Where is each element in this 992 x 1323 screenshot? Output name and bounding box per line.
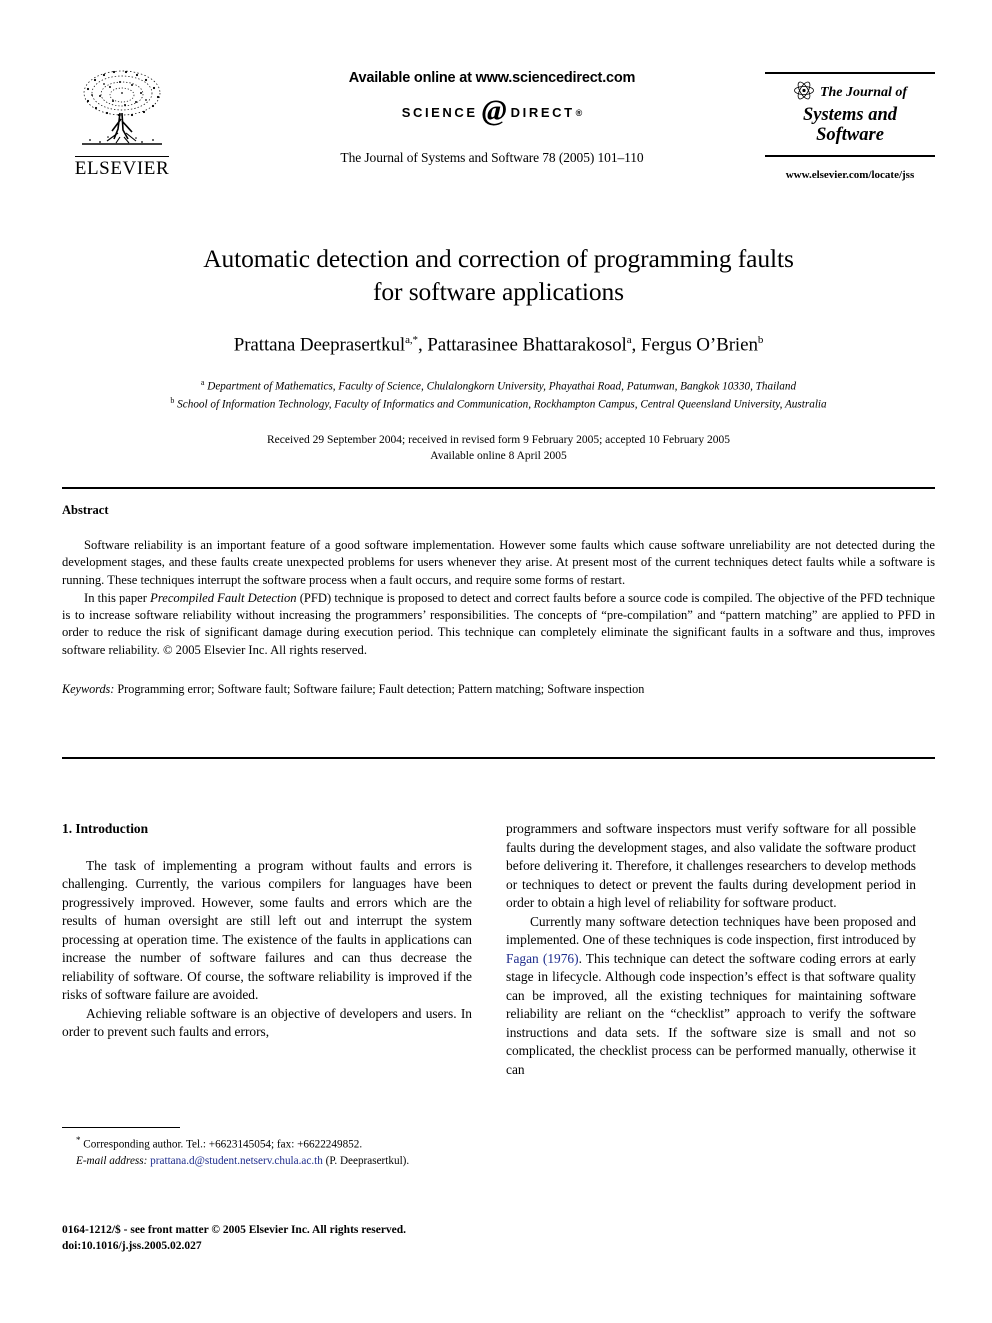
journal-article-first-page: ELSEVIER Available online at www.science… xyxy=(0,0,992,1323)
footnote-star-marker: * xyxy=(76,1135,81,1146)
available-online-date: Available online 8 April 2005 xyxy=(430,450,567,463)
body-p-post: . This technique can detect the software… xyxy=(506,950,916,1077)
abstract-paragraph: Software reliability is an important fea… xyxy=(62,538,935,587)
affiliation-item: b School of Information Technology, Facu… xyxy=(62,395,935,414)
email-address-owner: (P. Deeprasertkul). xyxy=(325,1154,410,1167)
body-p-pre: Currently many software detection techni… xyxy=(506,913,916,948)
masthead: ELSEVIER Available online at www.science… xyxy=(62,58,935,208)
paper-title-line1: Automatic detection and correction of pr… xyxy=(203,244,794,273)
author-marks: a,* xyxy=(405,334,418,347)
keywords-label: Keywords: xyxy=(62,681,115,696)
abstract-section: Abstract Software reliability is an impo… xyxy=(62,503,935,697)
registered-trademark-icon: ® xyxy=(575,107,583,118)
body-column-left: 1. Introduction The task of implementing… xyxy=(62,820,472,1042)
journal-box-line3: Software xyxy=(816,125,884,146)
sciencedirect-word-direct: DIRECT xyxy=(510,105,575,121)
affiliation-list: a Department of Mathematics, Faculty of … xyxy=(62,377,935,414)
keywords-line: Keywords: Programming error; Software fa… xyxy=(62,681,935,697)
journal-homepage-url[interactable]: www.elsevier.com/locate/jss xyxy=(765,169,935,181)
journal-box-line1: The Journal of xyxy=(819,84,908,100)
corresponding-author-text: Corresponding author. Tel.: +6623145054;… xyxy=(83,1139,363,1152)
author-name: Pattarasinee Bhattarakosol xyxy=(427,334,627,356)
issn-copyright-line: 0164-1212/$ - see front matter © 2005 El… xyxy=(62,1224,407,1236)
author-marks: a xyxy=(626,334,632,347)
divider-above-abstract xyxy=(62,487,935,490)
affiliation-mark: b xyxy=(170,396,175,406)
received-dates: Received 29 September 2004; received in … xyxy=(266,433,731,446)
sciencedirect-block: Available online at www.sciencedirect.co… xyxy=(242,70,742,166)
email-address-link[interactable]: prattana.d@student.netserv.chula.ac.th xyxy=(150,1155,323,1167)
corresponding-author-line: * Corresponding author. Tel.: +662314505… xyxy=(62,1134,472,1154)
abstract-paragraph: In this paper Precompiled Fault Detectio… xyxy=(62,590,935,659)
affiliation-item: a Department of Mathematics, Faculty of … xyxy=(62,377,935,396)
available-online-text: Available online at www.sciencedirect.co… xyxy=(348,70,636,86)
sciencedirect-word-science: SCIENCE xyxy=(401,105,478,121)
journal-box-line2: Systems and xyxy=(802,104,898,125)
author-marks: b xyxy=(757,334,764,347)
affiliation-mark: a xyxy=(200,377,205,387)
body-paragraph: The task of implementing a program witho… xyxy=(62,857,472,1003)
abstract-p2-emphasis: Precompiled Fault Detection xyxy=(150,590,297,605)
author-name: Prattana Deeprasertkul xyxy=(233,334,406,356)
body-paragraph: Currently many software detection techni… xyxy=(506,913,916,1080)
email-address-label: E-mail address: xyxy=(76,1154,148,1167)
elsevier-tree-icon xyxy=(62,63,182,155)
colophon: 0164-1212/$ - see front matter © 2005 El… xyxy=(62,1222,472,1255)
elsevier-logo: ELSEVIER xyxy=(62,63,182,180)
email-address-line: E-mail address: prattana.d@student.netse… xyxy=(62,1154,472,1170)
title-block: Automatic detection and correction of pr… xyxy=(62,243,935,465)
sciencedirect-logo: SCIENCE @ DIRECT ® xyxy=(242,94,742,127)
journal-reference-line: The Journal of Systems and Software 78 (… xyxy=(340,149,644,165)
paper-title-line2: for software applications xyxy=(373,276,624,306)
affiliation-text: Department of Mathematics, Faculty of Sc… xyxy=(207,380,797,393)
affiliation-text: School of Information Technology, Facult… xyxy=(177,398,827,411)
body-paragraph: Achieving reliable software is an object… xyxy=(62,1005,472,1040)
page-title: Automatic detection and correction of pr… xyxy=(62,243,935,308)
atom-icon xyxy=(793,81,815,105)
elsevier-wordmark: ELSEVIER xyxy=(74,156,170,179)
doi-line[interactable]: doi:10.1016/j.jss.2005.02.027 xyxy=(62,1238,472,1254)
author-list: Prattana Deeprasertkula,*, Pattarasinee … xyxy=(233,334,764,356)
footnote-divider xyxy=(62,1127,180,1129)
abstract-heading: Abstract xyxy=(62,503,109,517)
author-name: Fergus O’Brien xyxy=(640,334,758,356)
body-column-right: programmers and software inspectors must… xyxy=(506,820,916,1079)
keywords-values: Programming error; Software fault; Softw… xyxy=(117,681,645,696)
publication-dates: Received 29 September 2004; received in … xyxy=(62,432,935,465)
body-paragraph: programmers and software inspectors must… xyxy=(506,821,916,910)
journal-logo-box: The Journal of Systems and Software www.… xyxy=(765,72,935,181)
abstract-p2-pre: In this paper xyxy=(84,590,151,605)
at-symbol-icon: @ xyxy=(481,94,507,127)
corresponding-author-footnote: * Corresponding author. Tel.: +662314505… xyxy=(62,1127,472,1170)
citation-link-fagan-1976[interactable]: Fagan (1976) xyxy=(506,951,579,966)
divider-below-keywords xyxy=(62,757,935,760)
section-heading-introduction: 1. Introduction xyxy=(62,821,149,836)
